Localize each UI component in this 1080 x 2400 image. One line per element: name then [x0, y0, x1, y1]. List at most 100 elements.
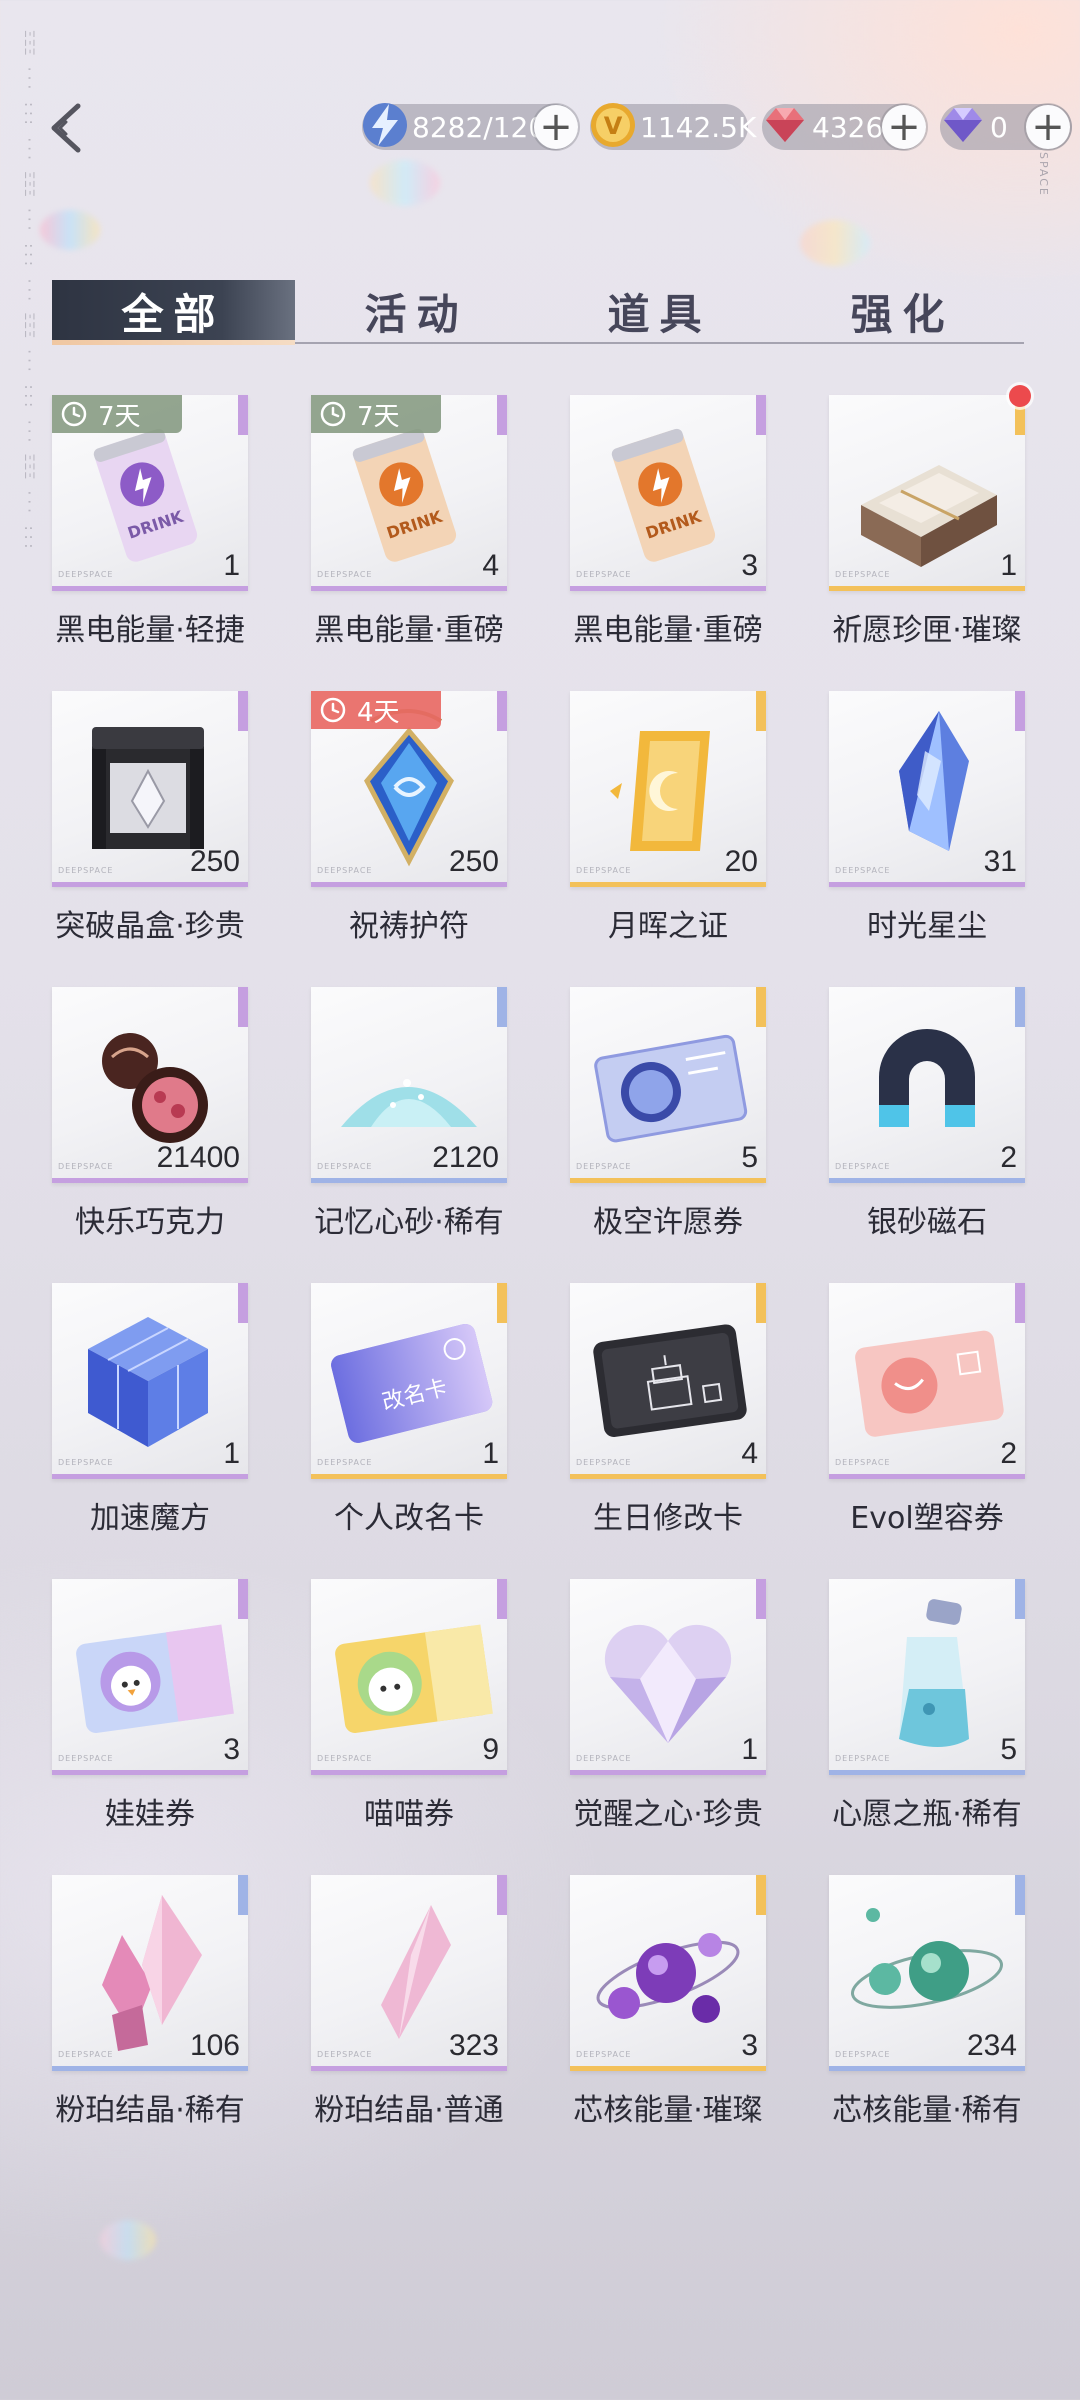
- rarity-tag: [497, 987, 507, 1027]
- card-watermark: DEEPSPACE: [317, 1162, 373, 1171]
- item-card[interactable]: DEEPSPACE 21400: [52, 987, 248, 1183]
- rarity-bar: [570, 1770, 766, 1775]
- item-card[interactable]: DEEPSPACE 323: [311, 1875, 507, 2071]
- rarity-bar: [311, 1474, 507, 1479]
- rarity-bar: [52, 1474, 248, 1479]
- item-quantity: 31: [983, 845, 1017, 878]
- tab-enhance[interactable]: 强化: [781, 280, 1024, 342]
- inventory-item[interactable]: DEEPSPACE 2 银砂磁石: [829, 987, 1080, 1272]
- item-name: 黑电能量·重磅: [573, 613, 763, 648]
- rarity-tag: [1015, 1875, 1025, 1915]
- item-quantity: 106: [189, 2029, 240, 2062]
- time-limit-badge: 7天: [311, 395, 441, 433]
- item-card[interactable]: DEEPSPACE 3: [570, 1875, 766, 2071]
- item-card[interactable]: DEEPSPACE 2: [829, 987, 1025, 1183]
- item-quantity: 1: [741, 1733, 758, 1766]
- light-glint: [370, 160, 440, 206]
- tab-items[interactable]: 道具: [538, 280, 781, 342]
- item-card[interactable]: DEEPSPACE 1: [52, 1283, 248, 1479]
- chevron-left-icon: [51, 103, 81, 153]
- item-card[interactable]: DEEPSPACE 5: [829, 1579, 1025, 1775]
- rarity-bar: [311, 586, 507, 591]
- rarity-tag: [756, 1579, 766, 1619]
- item-card[interactable]: DEEPSPACE 1: [829, 395, 1025, 591]
- item-card[interactable]: 改名卡 DEEPSPACE 1: [311, 1283, 507, 1479]
- card-watermark: DEEPSPACE: [58, 866, 114, 875]
- stamina-add-button[interactable]: +: [534, 105, 578, 149]
- card-watermark: DEEPSPACE: [576, 1754, 632, 1763]
- item-card[interactable]: DEEPSPACE 2: [829, 1283, 1025, 1479]
- face-ticket-icon: [855, 1330, 1004, 1437]
- item-card[interactable]: DRINK DEEPSPACE 1 7天: [52, 395, 248, 591]
- inventory-item[interactable]: DEEPSPACE 5 心愿之瓶·稀有: [829, 1579, 1080, 1864]
- item-card[interactable]: DRINK DEEPSPACE 4 7天: [311, 395, 507, 591]
- inventory-item[interactable]: DEEPSPACE 2 Evol塑容券: [829, 1283, 1080, 1568]
- item-quantity: 2: [1000, 1437, 1017, 1470]
- item-quantity: 4: [482, 549, 499, 582]
- badge-text: 4天: [357, 697, 400, 728]
- back-button[interactable]: [46, 100, 94, 156]
- item-name: 黑电能量·轻捷: [55, 613, 245, 648]
- item-card[interactable]: DEEPSPACE 2120: [311, 987, 507, 1183]
- item-card[interactable]: DEEPSPACE 4: [570, 1283, 766, 1479]
- item-card[interactable]: DEEPSPACE 106: [52, 1875, 248, 2071]
- item-card[interactable]: DEEPSPACE 1: [570, 1579, 766, 1775]
- diamond-add-button[interactable]: +: [1026, 105, 1070, 149]
- item-card[interactable]: DEEPSPACE 9: [311, 1579, 507, 1775]
- rarity-tag: [238, 987, 248, 1027]
- rarity-bar: [829, 1770, 1025, 1775]
- item-quantity: 4: [741, 1437, 758, 1470]
- cat-ticket-icon: [335, 1624, 493, 1733]
- rarity-tag: [756, 691, 766, 731]
- crystal-add-button[interactable]: +: [882, 105, 926, 149]
- item-quantity: 234: [966, 2029, 1017, 2062]
- rarity-tag: [1015, 1579, 1025, 1619]
- item-quantity: 3: [223, 1733, 240, 1766]
- item-name: 芯核能量·璀璨: [573, 2093, 763, 2128]
- item-name: 觉醒之心·珍贵: [573, 1797, 763, 1832]
- tab-events[interactable]: 活动: [295, 280, 538, 342]
- space-vertical-text: SPACE: [1037, 152, 1050, 197]
- lightning-icon: [363, 103, 407, 147]
- rarity-bar: [52, 1178, 248, 1183]
- rarity-tag: [756, 395, 766, 435]
- item-card[interactable]: DEEPSPACE 250 4天: [311, 691, 507, 887]
- card-watermark: DEEPSPACE: [835, 1458, 891, 1467]
- rarity-tag: [756, 987, 766, 1027]
- time-limit-badge: 4天: [311, 691, 441, 729]
- rarity-bar: [829, 1178, 1025, 1183]
- rarity-tag: [756, 1875, 766, 1915]
- item-card[interactable]: DEEPSPACE 3: [52, 1579, 248, 1775]
- bottle-icon: [899, 1599, 969, 1747]
- rename-card-icon: 改名卡: [331, 1323, 493, 1443]
- inventory-item[interactable]: DEEPSPACE 234 芯核能量·稀有: [829, 1875, 1080, 2160]
- item-name: 时光星尘: [867, 909, 987, 944]
- item-card[interactable]: DRINK DEEPSPACE 3: [570, 395, 766, 591]
- light-glint: [100, 2220, 156, 2260]
- rarity-tag: [238, 1579, 248, 1619]
- item-card[interactable]: DEEPSPACE 5: [570, 987, 766, 1183]
- item-card[interactable]: DEEPSPACE 20: [570, 691, 766, 887]
- card-watermark: DEEPSPACE: [317, 866, 373, 875]
- item-card[interactable]: DEEPSPACE 234: [829, 1875, 1025, 2071]
- red-diamond-icon: [766, 108, 804, 142]
- new-indicator-dot: [1009, 385, 1031, 407]
- magnet-icon: [879, 1029, 975, 1127]
- tab-all[interactable]: 全部: [52, 280, 295, 342]
- item-name: 快乐巧克力: [75, 1205, 225, 1240]
- rarity-tag: [497, 395, 507, 435]
- item-card[interactable]: DEEPSPACE 250: [52, 691, 248, 887]
- item-name: 银砂磁石: [867, 1205, 987, 1240]
- rarity-tag: [238, 395, 248, 435]
- item-card[interactable]: DEEPSPACE 31: [829, 691, 1025, 887]
- item-quantity: 1: [223, 1437, 240, 1470]
- rarity-bar: [570, 1474, 766, 1479]
- heart-gem-icon: [604, 1624, 732, 1743]
- inventory-item[interactable]: DEEPSPACE 31 时光星尘: [829, 691, 1080, 976]
- rarity-tag: [1015, 691, 1025, 731]
- inventory-item[interactable]: DEEPSPACE 1 祈愿珍匣·璀璨: [829, 385, 1080, 680]
- purple-orbs-icon: [596, 1933, 740, 2023]
- badge-text: 7天: [357, 401, 400, 432]
- card-watermark: DEEPSPACE: [58, 1458, 114, 1467]
- item-name: Evol塑容券: [850, 1501, 1004, 1536]
